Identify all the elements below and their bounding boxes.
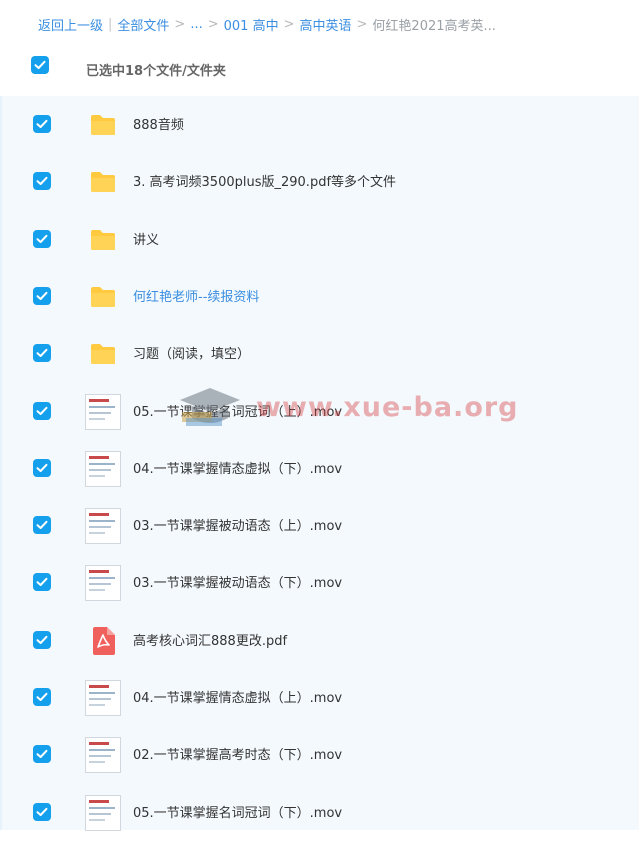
file-checkbox[interactable] <box>33 516 51 535</box>
file-row[interactable]: 03.一节课掌握被动语态（下）.mov <box>2 554 639 611</box>
file-checkbox[interactable] <box>33 286 51 305</box>
file-checkbox[interactable] <box>33 573 51 592</box>
file-name[interactable]: 03.一节课掌握被动语态（下）.mov <box>133 572 342 591</box>
file-checkbox[interactable] <box>33 630 51 649</box>
file-row[interactable]: 05.一节课掌握名词冠词（上）.mov <box>2 383 639 440</box>
file-name[interactable]: 高考核心词汇888更改.pdf <box>133 630 287 649</box>
chevron-right-icon: > <box>207 16 219 32</box>
file-checkbox[interactable] <box>33 745 51 764</box>
file-row[interactable]: 888音频 <box>2 96 639 153</box>
file-row[interactable]: 习题（阅读，填空） <box>2 325 639 382</box>
breadcrumb-divider: | <box>108 16 113 32</box>
file-name[interactable]: 讲义 <box>133 229 159 248</box>
check-icon <box>34 60 46 69</box>
file-checkbox[interactable] <box>33 172 51 191</box>
file-checkbox[interactable] <box>33 458 51 477</box>
folder-icon <box>85 222 121 258</box>
selection-header: 已选中18个文件/文件夹 <box>0 44 639 94</box>
file-name[interactable]: 04.一节课掌握情态虚拟（上）.mov <box>133 687 342 706</box>
file-checkbox[interactable] <box>33 688 51 706</box>
file-row[interactable]: 05.一节课掌握名词冠词（下）.mov <box>2 784 639 841</box>
video-thumbnail-icon <box>85 794 121 831</box>
file-row[interactable]: 02.一节课掌握高考时态（下）.mov <box>2 726 639 783</box>
file-name[interactable]: 05.一节课掌握名词冠词（下）.mov <box>133 802 342 821</box>
file-row[interactable]: 03.一节课掌握被动语态（上）.mov <box>2 497 639 554</box>
video-thumbnail-icon <box>85 450 121 487</box>
chevron-right-icon: > <box>174 16 186 32</box>
check-icon <box>36 406 48 415</box>
file-row[interactable]: 04.一节课掌握情态虚拟（下）.mov <box>2 440 639 497</box>
file-row[interactable]: 讲义 <box>2 211 639 268</box>
breadcrumb-level1[interactable]: 001 高中 <box>224 15 279 34</box>
file-row[interactable]: 何红艳老师--续报资料 <box>2 268 639 325</box>
check-icon <box>36 807 48 816</box>
selection-count: 已选中18个文件/文件夹 <box>86 63 226 79</box>
breadcrumb-ellipsis[interactable]: ... <box>190 17 202 32</box>
check-icon <box>36 348 48 358</box>
file-name[interactable]: 03.一节课掌握被动语态（上）.mov <box>133 515 342 534</box>
check-icon <box>36 234 48 243</box>
file-list: 888音频 3. 高考词频3500plus版_290.pdf等多个文件 讲义何红艳老… <box>0 96 639 831</box>
breadcrumb-level2[interactable]: 高中英语 <box>300 15 352 34</box>
folder-icon <box>85 279 121 315</box>
file-name[interactable]: 3. 高考词频3500plus版_290.pdf等多个文件 <box>133 171 396 190</box>
file-checkbox[interactable] <box>33 401 51 420</box>
file-checkbox[interactable] <box>33 115 51 133</box>
file-checkbox[interactable] <box>33 344 51 363</box>
folder-icon <box>85 336 121 372</box>
file-name[interactable]: 习题（阅读，填空） <box>133 343 250 362</box>
breadcrumb-current: 何红艳2021高考英... <box>372 18 496 34</box>
file-row[interactable]: 3. 高考词频3500plus版_290.pdf等多个文件 <box>2 153 639 210</box>
file-name[interactable]: 何红艳老师--续报资料 <box>133 286 259 305</box>
pdf-icon <box>85 623 121 659</box>
chevron-right-icon: > <box>356 16 368 32</box>
check-icon <box>36 119 48 128</box>
file-name[interactable]: 04.一节课掌握情态虚拟（下）.mov <box>133 458 342 477</box>
check-icon <box>36 750 48 759</box>
check-icon <box>36 635 48 644</box>
check-icon <box>36 578 48 587</box>
back-link[interactable]: 返回上一级 <box>38 15 103 34</box>
video-thumbnail-icon <box>85 565 121 602</box>
file-name[interactable]: 02.一节课掌握高考时态（下）.mov <box>133 744 342 763</box>
folder-icon <box>85 107 121 143</box>
check-icon <box>36 692 48 701</box>
check-icon <box>36 177 48 186</box>
video-thumbnail-icon <box>85 508 121 545</box>
file-checkbox[interactable] <box>33 802 51 821</box>
check-icon <box>36 291 48 300</box>
select-all-checkbox[interactable] <box>31 56 49 74</box>
check-icon <box>36 463 48 472</box>
check-icon <box>36 520 48 530</box>
video-thumbnail-icon <box>85 393 121 430</box>
folder-icon <box>85 164 121 200</box>
file-checkbox[interactable] <box>33 229 51 248</box>
video-thumbnail-icon <box>85 737 121 774</box>
breadcrumb-all-files[interactable]: 全部文件 <box>117 15 169 34</box>
video-thumbnail-icon <box>85 680 121 716</box>
file-name[interactable]: 888音频 <box>133 114 184 133</box>
file-row[interactable]: 高考核心词汇888更改.pdf <box>2 612 639 669</box>
breadcrumb: 返回上一级 | 全部文件 > ... > 001 高中 > 高中英语 > 何红艳… <box>38 14 496 34</box>
chevron-right-icon: > <box>283 16 295 32</box>
file-row[interactable]: 04.一节课掌握情态虚拟（上）.mov <box>2 669 639 726</box>
file-name[interactable]: 05.一节课掌握名词冠词（上）.mov <box>133 401 342 420</box>
